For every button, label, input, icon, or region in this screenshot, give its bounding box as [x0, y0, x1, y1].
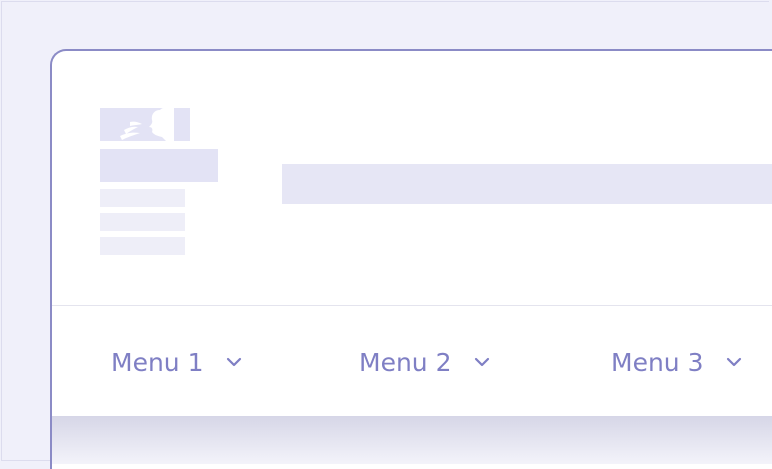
nav-menu-3[interactable]: Menu 3	[611, 346, 742, 378]
shadow-gradient	[52, 416, 772, 464]
nav-menu-1[interactable]: Menu 1	[111, 346, 242, 378]
chevron-down-icon	[474, 357, 489, 367]
tagline-placeholder-1	[100, 189, 185, 207]
chevron-down-icon	[726, 357, 741, 367]
nav-menu-1-label: Menu 1	[111, 347, 204, 377]
nav-menu-2[interactable]: Menu 2	[359, 346, 490, 378]
site-title-placeholder	[100, 149, 218, 182]
nav-menu-3-label: Menu 3	[611, 347, 704, 377]
tagline-placeholder-3	[100, 237, 185, 255]
marianne-logo-icon	[120, 108, 174, 141]
tagline-placeholder-2	[100, 213, 185, 231]
logo-placeholder	[100, 108, 190, 141]
nav-menu-2-label: Menu 2	[359, 347, 452, 377]
chevron-down-icon	[226, 357, 241, 367]
search-bar-placeholder	[282, 164, 772, 204]
